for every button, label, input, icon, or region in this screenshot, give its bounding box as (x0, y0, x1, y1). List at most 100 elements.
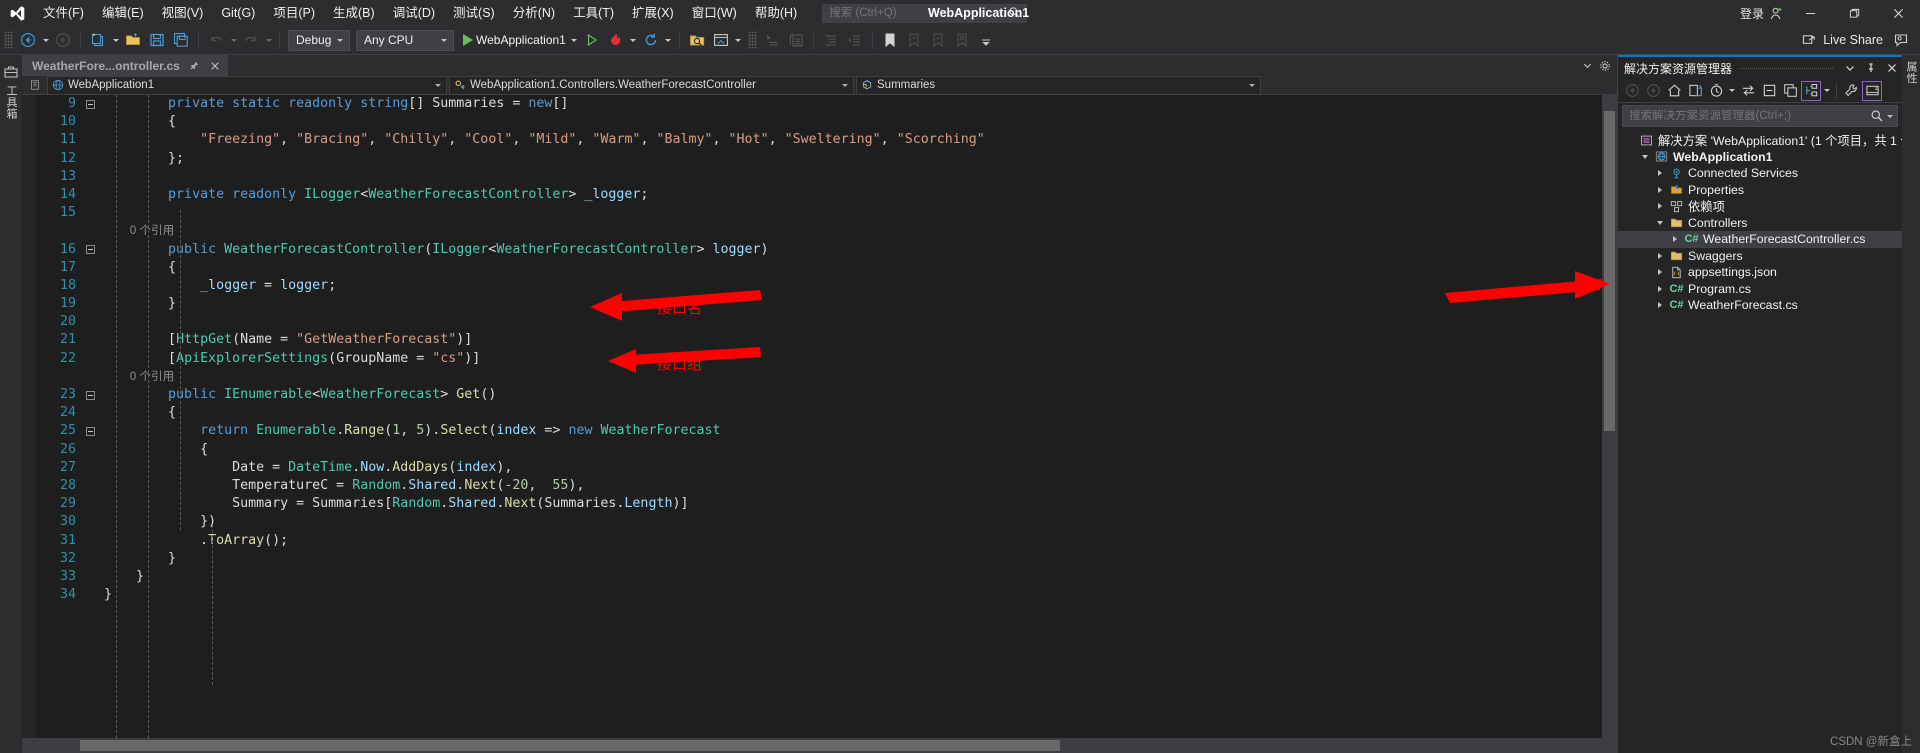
navigate-back-icon[interactable] (17, 29, 39, 51)
maximize-button[interactable] (1832, 0, 1876, 26)
sync-with-active-document-icon[interactable] (1738, 81, 1758, 101)
properties-window-label[interactable]: 属性 (1903, 61, 1919, 84)
tree-item[interactable]: WebApplication1 (1618, 149, 1902, 166)
indent-icon[interactable] (820, 29, 842, 51)
expander-expand-icon[interactable] (1654, 186, 1665, 193)
search-icon[interactable] (1869, 109, 1885, 123)
code-line[interactable]: _logger = logger; (104, 277, 1602, 295)
pending-changes-icon[interactable] (1685, 81, 1705, 101)
feedback-icon[interactable] (1890, 29, 1912, 51)
new-project-icon[interactable] (87, 29, 109, 51)
code-editor-surface[interactable]: 9 10 11 12 13 14 15 16 17 18 19 20 21 22 23 24 25 26 27 28 2… (22, 95, 1617, 738)
outlining-collapse-box[interactable] (86, 390, 95, 400)
bookmark-icon[interactable] (879, 29, 901, 51)
code-line[interactable]: } (104, 568, 1602, 586)
refresh-caret[interactable] (663, 29, 674, 51)
back-icon[interactable] (1622, 81, 1642, 101)
expander-expand-icon[interactable] (1654, 285, 1665, 292)
expander-expand-icon[interactable] (1669, 236, 1680, 243)
code-line[interactable]: { (104, 404, 1602, 422)
menu-project[interactable]: 项目(P) (264, 0, 324, 26)
close-button[interactable] (1876, 0, 1920, 26)
codelens-reference-count[interactable]: 0 个引用 (104, 370, 174, 383)
pin-icon[interactable] (188, 60, 201, 73)
code-line[interactable]: }) (104, 513, 1602, 531)
close-icon[interactable] (1883, 59, 1900, 77)
clipboard-icon[interactable] (785, 29, 807, 51)
solution-tree[interactable]: 解决方案 'WebApplication1' (1 个项目，共 1 个) WebA… (1618, 129, 1902, 753)
expander-expand-icon[interactable] (1654, 302, 1665, 309)
editor-vertical-scrollbar[interactable] (1602, 95, 1617, 738)
pin-icon[interactable] (1862, 59, 1879, 77)
nav-project-combo[interactable]: WebApplication1 (47, 75, 447, 95)
code-line[interactable]: TemperatureC = Random.Shared.Next(-20, 5… (104, 477, 1602, 495)
step-into-icon[interactable] (761, 29, 783, 51)
code-line[interactable]: public IEnumerable<WeatherForecast> Get(… (104, 386, 1602, 404)
expander-expand-icon[interactable] (1654, 269, 1665, 276)
toolbar-grip[interactable] (4, 31, 13, 49)
scrollbar-thumb[interactable] (1604, 111, 1615, 431)
toolbar-grip[interactable] (747, 31, 757, 49)
editor-horizontal-scrollbar[interactable] (22, 738, 1617, 753)
minimize-button[interactable] (1788, 0, 1832, 26)
code-line[interactable]: public WeatherForecastController(ILogger… (104, 241, 1602, 259)
codelens-reference-count[interactable]: 0 个引用 (104, 224, 174, 237)
code-line[interactable]: private readonly ILogger<WeatherForecast… (104, 186, 1602, 204)
chevron-down-icon[interactable] (1841, 59, 1858, 77)
menu-extensions[interactable]: 扩展(X) (623, 0, 683, 26)
code-line[interactable]: Summary = Summaries[Random.Shared.Next(S… (104, 495, 1602, 513)
tree-item[interactable]: appsettings.json (1618, 264, 1902, 281)
class-diagram-caret[interactable] (1822, 80, 1832, 102)
code-line[interactable]: } (104, 550, 1602, 568)
find-in-files-icon[interactable] (686, 29, 708, 51)
tree-item[interactable]: Swaggers (1618, 248, 1902, 265)
menu-file[interactable]: 文件(F) (34, 0, 93, 26)
menu-help[interactable]: 帮助(H) (746, 0, 806, 26)
home-icon[interactable] (1664, 81, 1684, 101)
toolbox-icon[interactable] (3, 63, 19, 81)
menu-view[interactable]: 视图(V) (153, 0, 213, 26)
expander-collapse-icon[interactable] (1639, 154, 1650, 159)
tree-item[interactable]: C# WeatherForecast.cs (1618, 297, 1902, 314)
new-project-caret[interactable] (110, 29, 121, 51)
save-all-icon[interactable] (170, 29, 192, 51)
live-share-button[interactable]: Live Share (1802, 33, 1889, 48)
code-line[interactable]: return Enumerable.Range(1, 5).Select(ind… (104, 422, 1602, 440)
code-line[interactable]: "Freezing", "Bracing", "Chilly", "Cool",… (104, 131, 1602, 149)
code-line[interactable]: { (104, 441, 1602, 459)
code-line[interactable]: Date = DateTime.Now.AddDays(index), (104, 459, 1602, 477)
code-line[interactable]: { (104, 259, 1602, 277)
code-line[interactable]: private static readonly string[] Summari… (104, 95, 1602, 113)
tree-item[interactable]: 解决方案 'WebApplication1' (1 个项目，共 1 个) (1618, 132, 1902, 149)
tree-item[interactable]: Properties (1618, 182, 1902, 199)
codelens-row[interactable]: 0 个引用 (104, 222, 1602, 240)
sign-in-button[interactable]: 登录 (1736, 5, 1788, 22)
outlining-gutter[interactable] (80, 95, 104, 738)
open-file-icon[interactable] (122, 29, 144, 51)
refresh-icon[interactable] (640, 29, 662, 51)
tree-item[interactable]: Connected Services (1618, 165, 1902, 182)
expander-expand-icon[interactable] (1654, 252, 1665, 259)
solution-explorer-icon[interactable] (710, 29, 732, 51)
expander-expand-icon[interactable] (1654, 203, 1665, 210)
bookmark-prev-icon[interactable] (903, 29, 925, 51)
tree-item-selected[interactable]: C# WeatherForecastController.cs (1618, 231, 1902, 248)
menu-analyze[interactable]: 分析(N) (504, 0, 564, 26)
back-dropdown-caret[interactable] (40, 29, 51, 51)
menu-edit[interactable]: 编辑(E) (93, 0, 153, 26)
menu-test[interactable]: 测试(S) (444, 0, 504, 26)
code-line[interactable]: [HttpGet(Name = "GetWeatherForecast")] (104, 331, 1602, 349)
solution-explorer-search-input[interactable] (1629, 110, 1869, 122)
code-line[interactable] (104, 204, 1602, 222)
codelens-row[interactable]: 0 个引用 (104, 368, 1602, 386)
redo-caret[interactable] (263, 29, 274, 51)
tree-item[interactable]: Controllers (1618, 215, 1902, 232)
tree-item[interactable]: 依赖项 (1618, 198, 1902, 215)
solution-explorer-search-box[interactable] (1622, 105, 1898, 127)
history-icon[interactable] (1706, 81, 1726, 101)
expander-expand-icon[interactable] (1654, 170, 1665, 177)
code-line[interactable] (104, 168, 1602, 186)
start-debug-button[interactable]: WebApplication1 (457, 29, 569, 51)
solution-explorer-caret[interactable] (733, 29, 744, 51)
code-line[interactable]: } (104, 295, 1602, 313)
